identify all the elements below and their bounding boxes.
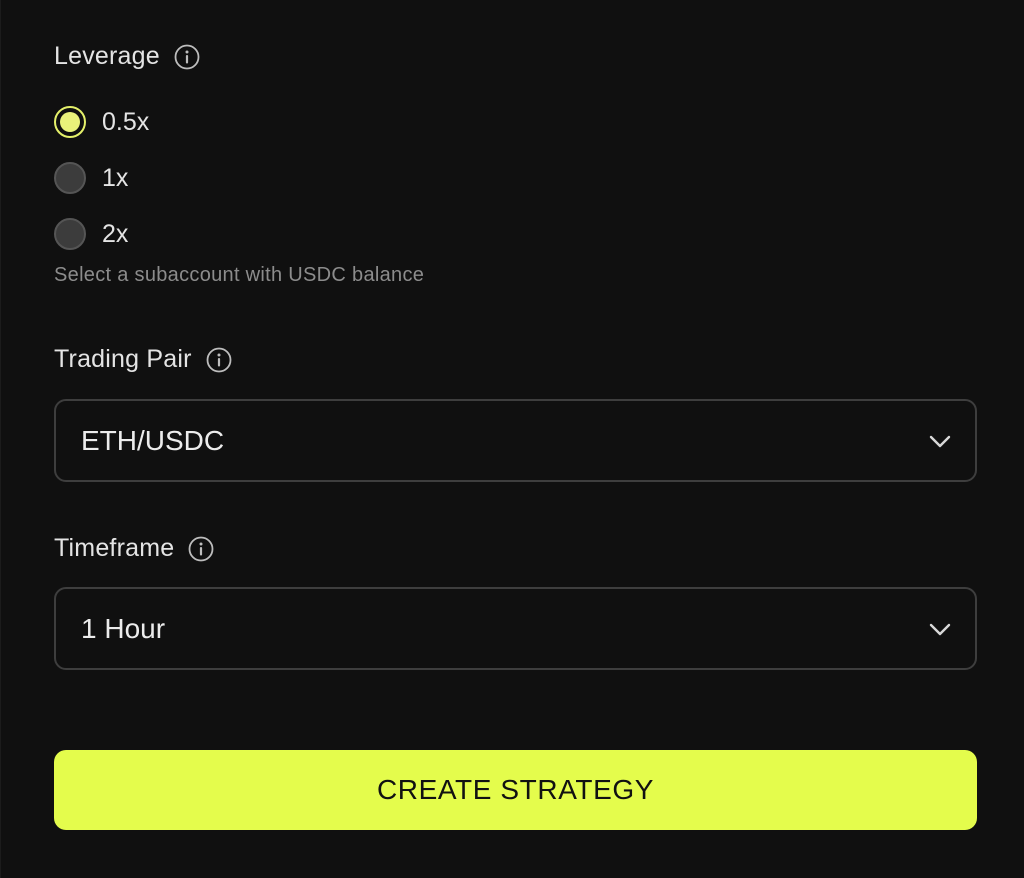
timeframe-value: 1 Hour	[81, 612, 166, 644]
leverage-option-2x[interactable]: 2x	[54, 218, 128, 250]
info-icon[interactable]	[206, 347, 232, 373]
info-icon[interactable]	[188, 536, 214, 562]
timeframe-select[interactable]: 1 Hour	[54, 587, 977, 670]
trading-pair-label: Trading Pair	[54, 345, 192, 373]
leverage-label-row: Leverage	[54, 42, 200, 71]
leverage-option-label: 1x	[102, 163, 129, 192]
trading-pair-value: ETH/USDC	[81, 424, 225, 456]
timeframe-label-row: Timeframe	[54, 534, 214, 563]
chevron-down-icon	[929, 435, 951, 447]
create-strategy-button[interactable]: CREATE STRATEGY	[54, 750, 977, 830]
radio-unselected[interactable]	[54, 218, 86, 250]
leverage-option-label: 0.5x	[102, 107, 150, 136]
leverage-helper-text: Select a subaccount with USDC balance	[54, 264, 425, 286]
chevron-down-icon	[929, 623, 951, 635]
leverage-option-0-5x[interactable]: 0.5x	[54, 106, 149, 138]
strategy-form-panel: Leverage 0.5x 1x 2x Select a subaccount …	[0, 0, 1024, 878]
radio-unselected[interactable]	[54, 162, 86, 194]
trading-pair-select[interactable]: ETH/USDC	[54, 399, 977, 482]
radio-selected[interactable]	[54, 106, 86, 138]
leverage-label: Leverage	[54, 42, 160, 70]
timeframe-label: Timeframe	[54, 534, 175, 562]
info-icon[interactable]	[174, 44, 200, 70]
trading-pair-label-row: Trading Pair	[54, 345, 232, 374]
leverage-option-1x[interactable]: 1x	[54, 162, 128, 194]
leverage-option-label: 2x	[102, 219, 129, 248]
